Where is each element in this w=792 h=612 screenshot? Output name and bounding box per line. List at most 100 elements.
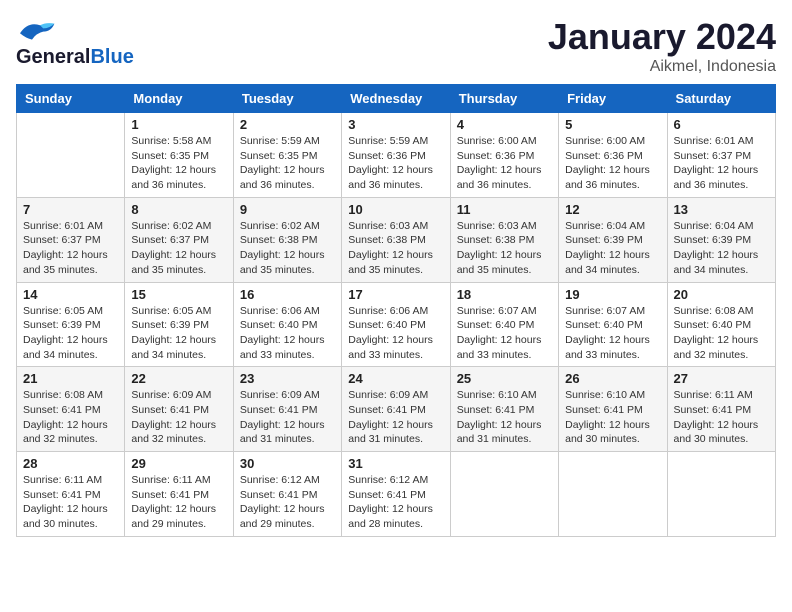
calendar-cell: 16 Sunrise: 6:06 AM Sunset: 6:40 PM Dayli… xyxy=(233,282,341,367)
calendar-cell: 15Sunrise: 6:05 AM Sunset: 6:39 PM Dayli… xyxy=(125,282,233,367)
day-number: 30 xyxy=(240,456,335,471)
day-info: Sunrise: 6:09 AM Sunset: 6:41 PM Dayligh… xyxy=(131,388,226,447)
day-number: 21 xyxy=(23,371,118,386)
day-number: 31 xyxy=(348,456,443,471)
day-info: Sunrise: 6:10 AM Sunset: 6:41 PM Dayligh… xyxy=(565,388,660,447)
calendar-week-row: 14 Sunrise: 6:05 AM Sunset: 6:39 PM Dayli… xyxy=(17,282,776,367)
day-number: 17 xyxy=(348,287,443,302)
day-info: Sunrise: 6:09 AM Sunset: 6:41 PM Dayligh… xyxy=(240,388,335,447)
header-friday: Friday xyxy=(559,85,667,113)
day-info: Sunrise: 6:08 AM Sunset: 6:41 PM Dayligh… xyxy=(23,388,118,447)
calendar-cell: 19Sunrise: 6:07 AM Sunset: 6:40 PM Dayli… xyxy=(559,282,667,367)
day-info: Sunrise: 6:04 AM Sunset: 6:39 PM Dayligh… xyxy=(674,219,769,278)
calendar-cell: 30Sunrise: 6:12 AM Sunset: 6:41 PM Dayli… xyxy=(233,452,341,537)
day-number: 5 xyxy=(565,117,660,132)
calendar-cell: 10 Sunrise: 6:03 AM Sunset: 6:38 PM Dayli… xyxy=(342,197,450,282)
day-info: Sunrise: 6:04 AM Sunset: 6:39 PM Dayligh… xyxy=(565,219,660,278)
day-number: 16 xyxy=(240,287,335,302)
calendar-cell: 18 Sunrise: 6:07 AM Sunset: 6:40 PM Dayli… xyxy=(450,282,558,367)
calendar-cell: 27Sunrise: 6:11 AM Sunset: 6:41 PM Dayli… xyxy=(667,367,775,452)
day-info: Sunrise: 5:59 AM Sunset: 6:36 PM Dayligh… xyxy=(348,134,443,193)
day-number: 8 xyxy=(131,202,226,217)
day-info: Sunrise: 5:59 AM Sunset: 6:35 PM Dayligh… xyxy=(240,134,335,193)
calendar-cell: 9Sunrise: 6:02 AM Sunset: 6:38 PM Daylig… xyxy=(233,197,341,282)
page-header: General Blue January 2024 Aikmel, Indone… xyxy=(16,16,776,76)
header-thursday: Thursday xyxy=(450,85,558,113)
calendar-week-row: 1Sunrise: 5:58 AM Sunset: 6:35 PM Daylig… xyxy=(17,113,776,198)
day-number: 2 xyxy=(240,117,335,132)
logo: General Blue xyxy=(16,16,134,69)
calendar-cell: 4 Sunrise: 6:00 AM Sunset: 6:36 PM Daylig… xyxy=(450,113,558,198)
header-wednesday: Wednesday xyxy=(342,85,450,113)
header-saturday: Saturday xyxy=(667,85,775,113)
day-number: 6 xyxy=(674,117,769,132)
sub-title: Aikmel, Indonesia xyxy=(548,58,776,76)
day-info: Sunrise: 6:01 AM Sunset: 6:37 PM Dayligh… xyxy=(674,134,769,193)
day-number: 23 xyxy=(240,371,335,386)
day-number: 29 xyxy=(131,456,226,471)
day-number: 12 xyxy=(565,202,660,217)
calendar-header-row: SundayMondayTuesdayWednesdayThursdayFrid… xyxy=(17,85,776,113)
calendar-cell: 24 Sunrise: 6:09 AM Sunset: 6:41 PM Dayli… xyxy=(342,367,450,452)
calendar-cell: 31 Sunrise: 6:12 AM Sunset: 6:41 PM Dayli… xyxy=(342,452,450,537)
day-number: 27 xyxy=(674,371,769,386)
calendar-cell: 13 Sunrise: 6:04 AM Sunset: 6:39 PM Dayli… xyxy=(667,197,775,282)
calendar-cell xyxy=(17,113,125,198)
header-tuesday: Tuesday xyxy=(233,85,341,113)
calendar-cell xyxy=(559,452,667,537)
day-number: 1 xyxy=(131,117,226,132)
calendar-cell: 22Sunrise: 6:09 AM Sunset: 6:41 PM Dayli… xyxy=(125,367,233,452)
day-info: Sunrise: 6:06 AM Sunset: 6:40 PM Dayligh… xyxy=(240,304,335,363)
day-info: Sunrise: 6:09 AM Sunset: 6:41 PM Dayligh… xyxy=(348,388,443,447)
title-block: January 2024 Aikmel, Indonesia xyxy=(548,16,776,76)
calendar-cell: 1Sunrise: 5:58 AM Sunset: 6:35 PM Daylig… xyxy=(125,113,233,198)
day-info: Sunrise: 6:08 AM Sunset: 6:40 PM Dayligh… xyxy=(674,304,769,363)
calendar-cell: 6 Sunrise: 6:01 AM Sunset: 6:37 PM Daylig… xyxy=(667,113,775,198)
calendar-cell: 28 Sunrise: 6:11 AM Sunset: 6:41 PM Dayli… xyxy=(17,452,125,537)
calendar-cell: 23 Sunrise: 6:09 AM Sunset: 6:41 PM Dayli… xyxy=(233,367,341,452)
calendar-cell: 2 Sunrise: 5:59 AM Sunset: 6:35 PM Daylig… xyxy=(233,113,341,198)
day-info: Sunrise: 6:03 AM Sunset: 6:38 PM Dayligh… xyxy=(457,219,552,278)
calendar-table: SundayMondayTuesdayWednesdayThursdayFrid… xyxy=(16,84,776,537)
day-number: 25 xyxy=(457,371,552,386)
day-info: Sunrise: 6:00 AM Sunset: 6:36 PM Dayligh… xyxy=(457,134,552,193)
day-number: 3 xyxy=(348,117,443,132)
day-number: 28 xyxy=(23,456,118,471)
day-number: 7 xyxy=(23,202,118,217)
day-number: 26 xyxy=(565,371,660,386)
day-info: Sunrise: 6:01 AM Sunset: 6:37 PM Dayligh… xyxy=(23,219,118,278)
day-number: 10 xyxy=(348,202,443,217)
logo-blue: Blue xyxy=(90,46,133,69)
day-info: Sunrise: 6:10 AM Sunset: 6:41 PM Dayligh… xyxy=(457,388,552,447)
calendar-cell: 8 Sunrise: 6:02 AM Sunset: 6:37 PM Daylig… xyxy=(125,197,233,282)
calendar-cell: 7 Sunrise: 6:01 AM Sunset: 6:37 PM Daylig… xyxy=(17,197,125,282)
calendar-week-row: 28 Sunrise: 6:11 AM Sunset: 6:41 PM Dayli… xyxy=(17,452,776,537)
day-number: 24 xyxy=(348,371,443,386)
day-info: Sunrise: 6:07 AM Sunset: 6:40 PM Dayligh… xyxy=(457,304,552,363)
calendar-cell: 5 Sunrise: 6:00 AM Sunset: 6:36 PM Daylig… xyxy=(559,113,667,198)
day-info: Sunrise: 6:12 AM Sunset: 6:41 PM Dayligh… xyxy=(348,473,443,532)
day-info: Sunrise: 6:00 AM Sunset: 6:36 PM Dayligh… xyxy=(565,134,660,193)
day-info: Sunrise: 6:06 AM Sunset: 6:40 PM Dayligh… xyxy=(348,304,443,363)
day-number: 20 xyxy=(674,287,769,302)
day-number: 14 xyxy=(23,287,118,302)
day-info: Sunrise: 6:11 AM Sunset: 6:41 PM Dayligh… xyxy=(23,473,118,532)
day-info: Sunrise: 6:05 AM Sunset: 6:39 PM Dayligh… xyxy=(131,304,226,363)
calendar-cell xyxy=(450,452,558,537)
calendar-cell: 25 Sunrise: 6:10 AM Sunset: 6:41 PM Dayli… xyxy=(450,367,558,452)
calendar-cell: 21 Sunrise: 6:08 AM Sunset: 6:41 PM Dayli… xyxy=(17,367,125,452)
logo-icon xyxy=(16,16,56,44)
main-title: January 2024 xyxy=(548,16,776,58)
day-number: 13 xyxy=(674,202,769,217)
calendar-cell: 20 Sunrise: 6:08 AM Sunset: 6:40 PM Dayli… xyxy=(667,282,775,367)
day-number: 18 xyxy=(457,287,552,302)
day-info: Sunrise: 6:05 AM Sunset: 6:39 PM Dayligh… xyxy=(23,304,118,363)
calendar-cell: 26 Sunrise: 6:10 AM Sunset: 6:41 PM Dayli… xyxy=(559,367,667,452)
header-sunday: Sunday xyxy=(17,85,125,113)
calendar-week-row: 7 Sunrise: 6:01 AM Sunset: 6:37 PM Daylig… xyxy=(17,197,776,282)
day-number: 19 xyxy=(565,287,660,302)
day-number: 4 xyxy=(457,117,552,132)
day-info: Sunrise: 6:02 AM Sunset: 6:37 PM Dayligh… xyxy=(131,219,226,278)
day-info: Sunrise: 6:03 AM Sunset: 6:38 PM Dayligh… xyxy=(348,219,443,278)
calendar-cell: 14 Sunrise: 6:05 AM Sunset: 6:39 PM Dayli… xyxy=(17,282,125,367)
